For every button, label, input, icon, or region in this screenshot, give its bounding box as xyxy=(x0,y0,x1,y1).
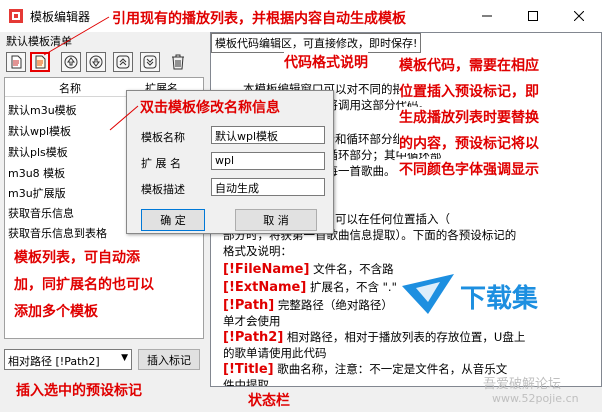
annotation-list-desc-3: 添加多个模板 xyxy=(14,304,98,320)
annotation-rename: 双击模板修改名称信息 xyxy=(140,100,280,116)
annotation-status-bar: 状态栏 xyxy=(248,393,290,409)
annotation-template-code-2: 位置插入预设标记，即 xyxy=(399,81,539,101)
annotation-playlist-template: 引用现有的播放列表，并根据内容自动生成模板 xyxy=(112,11,406,27)
annotation-code-format: 代码格式说明 xyxy=(284,52,368,72)
annotation-list-desc-2: 加，同扩展名的也可以 xyxy=(14,277,154,293)
annotation-list-desc-1: 模板列表，可自动添 xyxy=(14,250,140,266)
annotation-template-code-4: 的内容，预设标记将以 xyxy=(399,133,539,153)
annotation-insert-tag: 插入选中的预设标记 xyxy=(16,383,142,399)
annotation-template-code-1: 模板代码，需要在相应 xyxy=(399,55,539,75)
annotation-template-code-3: 生成播放列表时要替换 xyxy=(399,107,539,127)
annotation-template-code-5: 不同颜色字体强调显示 xyxy=(399,159,539,179)
